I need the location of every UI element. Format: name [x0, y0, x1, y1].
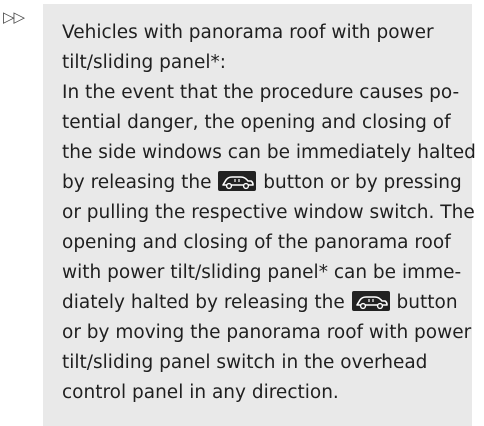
note-text: Vehicles with panorama roof with power t… — [62, 18, 476, 408]
car-key-icon — [218, 171, 257, 191]
note-box: Vehicles with panorama roof with power t… — [43, 4, 476, 426]
note-line-end: button — [390, 292, 458, 313]
note-line: In the event that the procedure causes p… — [62, 82, 460, 103]
note-line: or pulling the respective window switch.… — [62, 202, 475, 223]
car-key-icon — [351, 291, 390, 311]
note-line: the side windows can be immediately halt… — [62, 142, 476, 163]
note-line: Vehicles with panorama roof with power — [62, 22, 434, 43]
note-line: tilt/sliding panel switch in the overhea… — [62, 352, 428, 373]
note-line-start: by releasing the — [62, 172, 218, 193]
note-line: opening and closing of the panorama roof — [62, 232, 451, 253]
note-line-start: diately halted by releasing the — [62, 292, 351, 313]
note-line-end: button or by pressing — [257, 172, 462, 193]
note-line: diately halted by releasing the button — [62, 288, 462, 318]
note-line: or by moving the panorama roof with powe… — [62, 322, 472, 343]
note-line: control panel in any direction. — [62, 382, 339, 403]
note-line: with power tilt/sliding panel* can be im… — [62, 262, 462, 283]
note-line: tential danger, the opening and closing … — [62, 112, 451, 133]
note-line: by releasing the button or by pressing — [62, 168, 462, 198]
note-line: tilt/sliding panel*: — [62, 52, 226, 73]
continuation-marker: ▷▷ — [3, 8, 25, 26]
manual-page: ▷▷ Vehicles with panorama roof with powe… — [0, 0, 484, 426]
